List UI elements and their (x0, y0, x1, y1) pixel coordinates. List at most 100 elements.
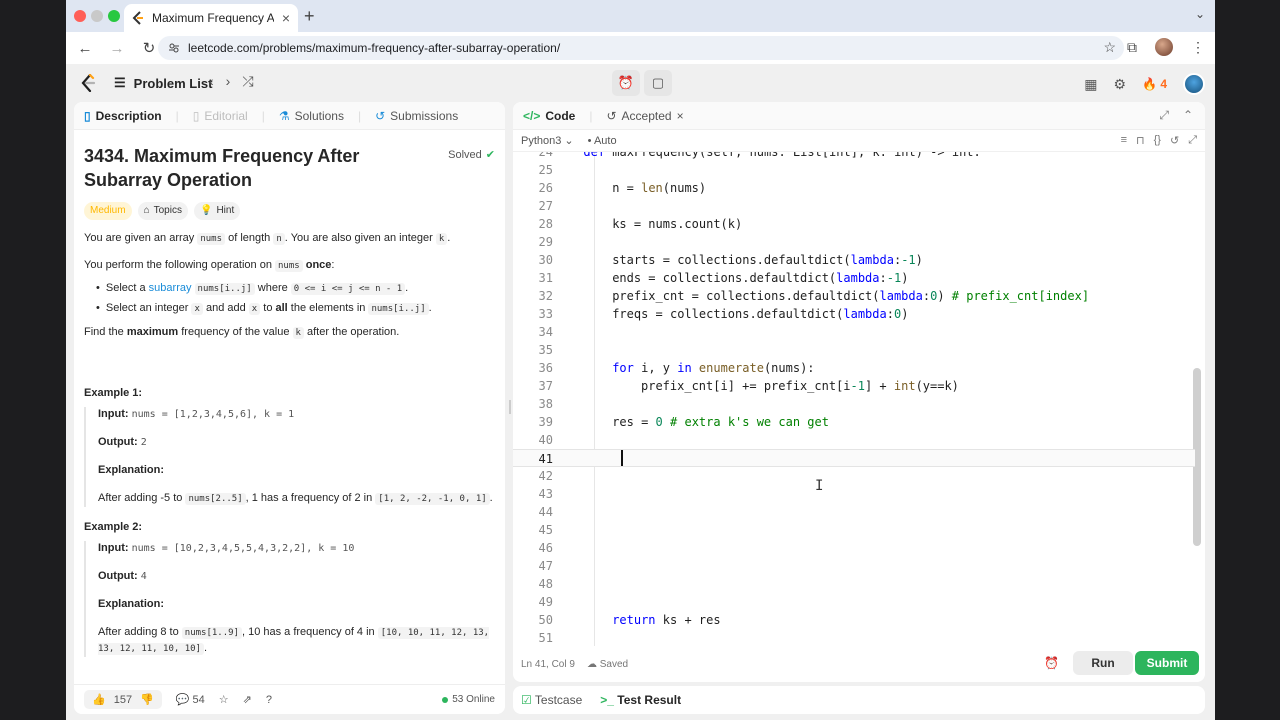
fullscreen-icon[interactable]: ⤢ (1188, 134, 1197, 147)
new-tab-icon[interactable]: + (304, 6, 315, 27)
code-line[interactable]: 49 (513, 593, 1195, 611)
close-window-button[interactable] (74, 10, 86, 22)
code-line[interactable]: 34 (513, 323, 1195, 341)
code-line[interactable]: 41 (513, 449, 1195, 467)
code-line[interactable]: 39 res = 0 # extra k's we can get (513, 413, 1195, 431)
browser-tab[interactable]: Maximum Frequency After Su × (124, 4, 298, 32)
bookmark-star-icon[interactable]: ☆ (1103, 39, 1116, 56)
maximize-panel-icon[interactable]: ⤢ (1159, 108, 1169, 123)
format-icon[interactable]: ≡ (1121, 134, 1127, 147)
code-line[interactable]: 50 return ks + res (513, 611, 1195, 629)
auto-toggle[interactable]: • Auto (588, 135, 617, 147)
code-line[interactable]: 45 (513, 521, 1195, 539)
editor-footer: Ln 41, Col 9 ☁ Saved ⏰ Run Submit (513, 646, 1205, 682)
tab-testcase[interactable]: ☑ Testcase (521, 693, 582, 707)
layout-icon[interactable]: ▦ (1084, 76, 1097, 93)
share-icon[interactable]: ⇗ (243, 693, 252, 706)
thumbs-up-icon[interactable]: 👍 (92, 693, 106, 706)
code-line[interactable]: 33 freqs = collections.defaultdict(lambda… (513, 305, 1195, 323)
next-problem-icon[interactable]: › (226, 73, 231, 90)
user-avatar[interactable] (1183, 73, 1205, 95)
problem-title[interactable]: 3434. Maximum Frequency After Subarray O… (84, 144, 440, 192)
code-line[interactable]: 46 (513, 539, 1195, 557)
close-icon[interactable]: × (677, 109, 684, 123)
subarray-link[interactable]: subarray (149, 282, 192, 294)
language-select[interactable]: Python3 ⌄ (521, 134, 574, 147)
panel-resize-handle[interactable] (509, 400, 511, 414)
shuffle-icon[interactable]: ⤮ (242, 73, 253, 90)
forward-icon[interactable]: → (104, 40, 130, 57)
code-editor[interactable]: I 24 def maxFrequency(self, nums: List[in… (513, 152, 1205, 646)
url-text: leetcode.com/problems/maximum-frequency-… (188, 41, 561, 55)
code-line[interactable]: 51 (513, 629, 1195, 646)
code-line[interactable]: 26 n = len(nums) (513, 179, 1195, 197)
leetcode-logo-icon[interactable] (80, 74, 96, 92)
code-line[interactable]: 47 (513, 557, 1195, 575)
tab-solutions[interactable]: ⚗ Solutions (279, 109, 344, 123)
braces-icon[interactable]: {} (1154, 134, 1161, 147)
code-line[interactable]: 40 (513, 431, 1195, 449)
code-line[interactable]: 38 (513, 395, 1195, 413)
hint-button[interactable]: 💡 Hint (193, 202, 241, 220)
favorite-star-icon[interactable]: ☆ (219, 693, 229, 706)
reset-icon[interactable]: ↺ (1170, 134, 1179, 147)
problem-list-button[interactable]: ☰ Problem List (114, 75, 212, 91)
tab-description[interactable]: ▯ Description (84, 109, 162, 123)
line-number: 38 (538, 397, 553, 411)
run-button[interactable]: Run (1073, 651, 1133, 675)
problem-paragraph-1: You are given an array nums of length n.… (84, 230, 495, 247)
topics-button[interactable]: ⌂ Topics (137, 202, 188, 220)
code-line[interactable]: 31 ends = collections.defaultdict(lambda:… (513, 269, 1195, 287)
help-icon[interactable]: ? (266, 694, 272, 706)
code-line[interactable]: 48 (513, 575, 1195, 593)
streak-counter[interactable]: 🔥 4 (1142, 77, 1167, 91)
minimize-window-button[interactable] (91, 10, 103, 22)
text-span: You are given an array (84, 232, 198, 244)
timer-icon[interactable]: ⏰ (612, 70, 640, 96)
thumbs-down-icon[interactable]: 👎 (140, 693, 154, 706)
inline-code: n (273, 233, 285, 245)
code-line[interactable]: 32 prefix_cnt = collections.defaultdict(l… (513, 287, 1195, 305)
line-number: 40 (538, 433, 553, 447)
code-line[interactable]: 35 (513, 341, 1195, 359)
site-info-icon[interactable] (168, 42, 180, 54)
code-line[interactable]: 30 starts = collections.defaultdict(lambd… (513, 251, 1195, 269)
collapse-panel-icon[interactable]: ⌃ (1183, 108, 1193, 122)
tab-submissions[interactable]: ↺ Submissions (375, 109, 458, 123)
extensions-icon[interactable]: ⧉ (1127, 39, 1137, 56)
profile-avatar[interactable] (1155, 38, 1173, 56)
submit-button[interactable]: Submit (1135, 651, 1199, 675)
example-explanation: After adding -5 to nums[2..5], 1 has a f… (98, 491, 495, 507)
address-bar[interactable]: leetcode.com/problems/maximum-frequency-… (158, 36, 1124, 60)
code-line[interactable]: 43 (513, 485, 1195, 503)
notification-icon[interactable]: ⏰ (1044, 656, 1059, 670)
back-icon[interactable]: ← (72, 40, 98, 57)
tab-test-result-label: Test Result (617, 693, 682, 707)
tab-code[interactable]: </> Code (523, 109, 575, 123)
tab-test-result[interactable]: >_ Test Result (600, 693, 681, 707)
code-line[interactable]: 44 (513, 503, 1195, 521)
code-line[interactable]: 36 for i, y in enumerate(nums): (513, 359, 1195, 377)
code-line[interactable]: 28 ks = nums.count(k) (513, 215, 1195, 233)
code-text: return ks + res (612, 613, 721, 627)
comments-button[interactable]: 💬 54 (176, 693, 205, 706)
menu-kebab-icon[interactable]: ⋮ (1191, 39, 1205, 56)
close-tab-icon[interactable]: × (282, 10, 290, 26)
tab-accepted[interactable]: ↺ Accepted × (606, 109, 683, 123)
code-line[interactable]: 24 def maxFrequency(self, nums: List[int]… (513, 152, 1195, 161)
code-line[interactable]: 42 (513, 467, 1195, 485)
code-line[interactable]: 27 (513, 197, 1195, 215)
text-caret (621, 450, 623, 466)
prev-problem-icon[interactable]: ‹ (209, 73, 214, 90)
maximize-window-button[interactable] (108, 10, 120, 22)
code-line[interactable]: 25 (513, 161, 1195, 179)
code-text: prefix_cnt[i] += prefix_cnt[i-1] + int(y… (641, 379, 959, 393)
code-line[interactable]: 29 (513, 233, 1195, 251)
code-line[interactable]: 37 prefix_cnt[i] += prefix_cnt[i-1] + int… (513, 377, 1195, 395)
bookmark-icon[interactable]: ⊓ (1136, 134, 1145, 147)
tab-editorial[interactable]: ▯ Editorial (193, 109, 248, 123)
notes-icon[interactable]: ▢ (644, 70, 672, 96)
chevron-down-icon[interactable]: ⌄ (1195, 7, 1205, 21)
settings-gear-icon[interactable]: ⚙ (1113, 76, 1126, 93)
cursor-position: Ln 41, Col 9 (521, 658, 575, 670)
